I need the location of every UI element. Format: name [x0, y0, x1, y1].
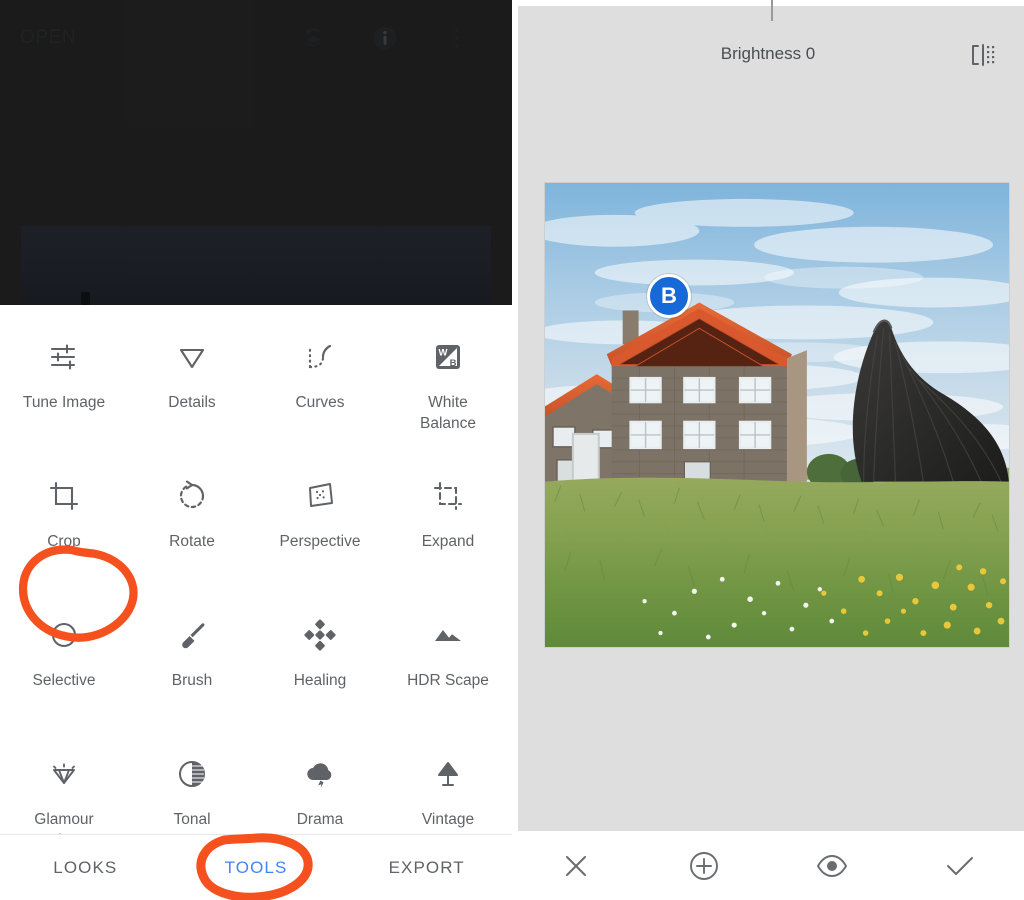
- photo-canvas[interactable]: [544, 182, 1010, 648]
- add-control-point-button[interactable]: [640, 851, 768, 881]
- brightness-slider-indicator[interactable]: [771, 0, 773, 21]
- tool-label: White Balance: [419, 394, 476, 432]
- selective-icon: [42, 613, 86, 657]
- tool-expand[interactable]: Expand: [384, 460, 512, 599]
- info-icon[interactable]: [370, 23, 400, 53]
- compare-split-icon[interactable]: [966, 38, 1000, 72]
- tool-label: Vintage: [421, 811, 475, 828]
- tonal-contrast-icon: [170, 752, 214, 796]
- top-bar-icons: [298, 23, 494, 53]
- bottom-nav: LOOKS TOOLS EXPORT: [0, 834, 512, 900]
- tool-white-balance[interactable]: W B White Balance: [384, 321, 512, 460]
- selective-edit-panel: Brightness 0 B: [512, 0, 1024, 900]
- rotate-icon: [170, 474, 214, 518]
- tool-perspective[interactable]: Perspective: [256, 460, 384, 599]
- edit-action-bar: [512, 831, 1024, 900]
- open-button[interactable]: OPEN: [20, 27, 76, 49]
- nav-tab-looks[interactable]: LOOKS: [0, 858, 171, 878]
- tool-label: Expand: [421, 533, 475, 550]
- control-point-ring: B: [647, 274, 691, 318]
- cancel-button[interactable]: [512, 852, 640, 880]
- tool-hdr-scape[interactable]: HDR Scape: [384, 599, 512, 738]
- tool-label: Details: [168, 394, 216, 411]
- tool-curves[interactable]: Curves: [256, 321, 384, 460]
- drama-icon: [298, 752, 342, 796]
- tool-label: Healing: [293, 672, 347, 689]
- white-balance-icon: W B: [426, 335, 470, 379]
- parameter-readout: Brightness 0: [720, 44, 816, 63]
- tool-rotate[interactable]: Rotate: [128, 460, 256, 599]
- hdr-scape-icon: [426, 613, 470, 657]
- tool-details[interactable]: Details: [128, 321, 256, 460]
- glamour-glow-icon: [42, 752, 86, 796]
- tool-label: Selective: [32, 672, 96, 689]
- tool-brush[interactable]: Brush: [128, 599, 256, 738]
- nav-tab-tools[interactable]: TOOLS: [171, 858, 342, 878]
- apply-button[interactable]: [896, 853, 1024, 879]
- nav-tab-export[interactable]: EXPORT: [341, 858, 512, 878]
- control-point-b[interactable]: B: [647, 274, 691, 318]
- healing-icon: [298, 613, 342, 657]
- tool-label: HDR Scape: [407, 672, 489, 689]
- tool-label: Rotate: [169, 533, 215, 550]
- tools-sheet: Tune Image Details Curves W B White Bala…: [0, 305, 512, 900]
- svg-text:W: W: [439, 348, 448, 359]
- undo-stack-icon[interactable]: [298, 23, 328, 53]
- more-options-icon[interactable]: [442, 23, 472, 53]
- snapseed-tools-panel: OPEN Tune Image Details Curves W B White…: [0, 0, 512, 900]
- tool-label: Curves: [295, 394, 345, 411]
- vintage-icon: [426, 752, 470, 796]
- curves-icon: [298, 335, 342, 379]
- tools-grid: Tune Image Details Curves W B White Bala…: [0, 305, 512, 900]
- details-icon: [170, 335, 214, 379]
- control-point-label: B: [661, 283, 677, 308]
- tool-label: Crop: [47, 533, 81, 550]
- brush-icon: [170, 613, 214, 657]
- tool-label: Tune Image: [22, 394, 106, 411]
- tool-tune-image[interactable]: Tune Image: [0, 321, 128, 460]
- tool-crop[interactable]: Crop: [0, 460, 128, 599]
- tool-healing[interactable]: Healing: [256, 599, 384, 738]
- tool-label: Drama: [296, 811, 344, 828]
- crop-icon: [42, 474, 86, 518]
- tool-selective[interactable]: Selective: [0, 599, 128, 738]
- tool-label: Perspective: [279, 533, 361, 550]
- tool-label: Brush: [171, 672, 213, 689]
- preview-toggle-button[interactable]: [768, 854, 896, 878]
- tune-image-icon: [42, 335, 86, 379]
- top-bar: OPEN: [0, 0, 512, 76]
- perspective-icon: [298, 474, 342, 518]
- svg-text:B: B: [450, 358, 457, 369]
- expand-icon: [426, 474, 470, 518]
